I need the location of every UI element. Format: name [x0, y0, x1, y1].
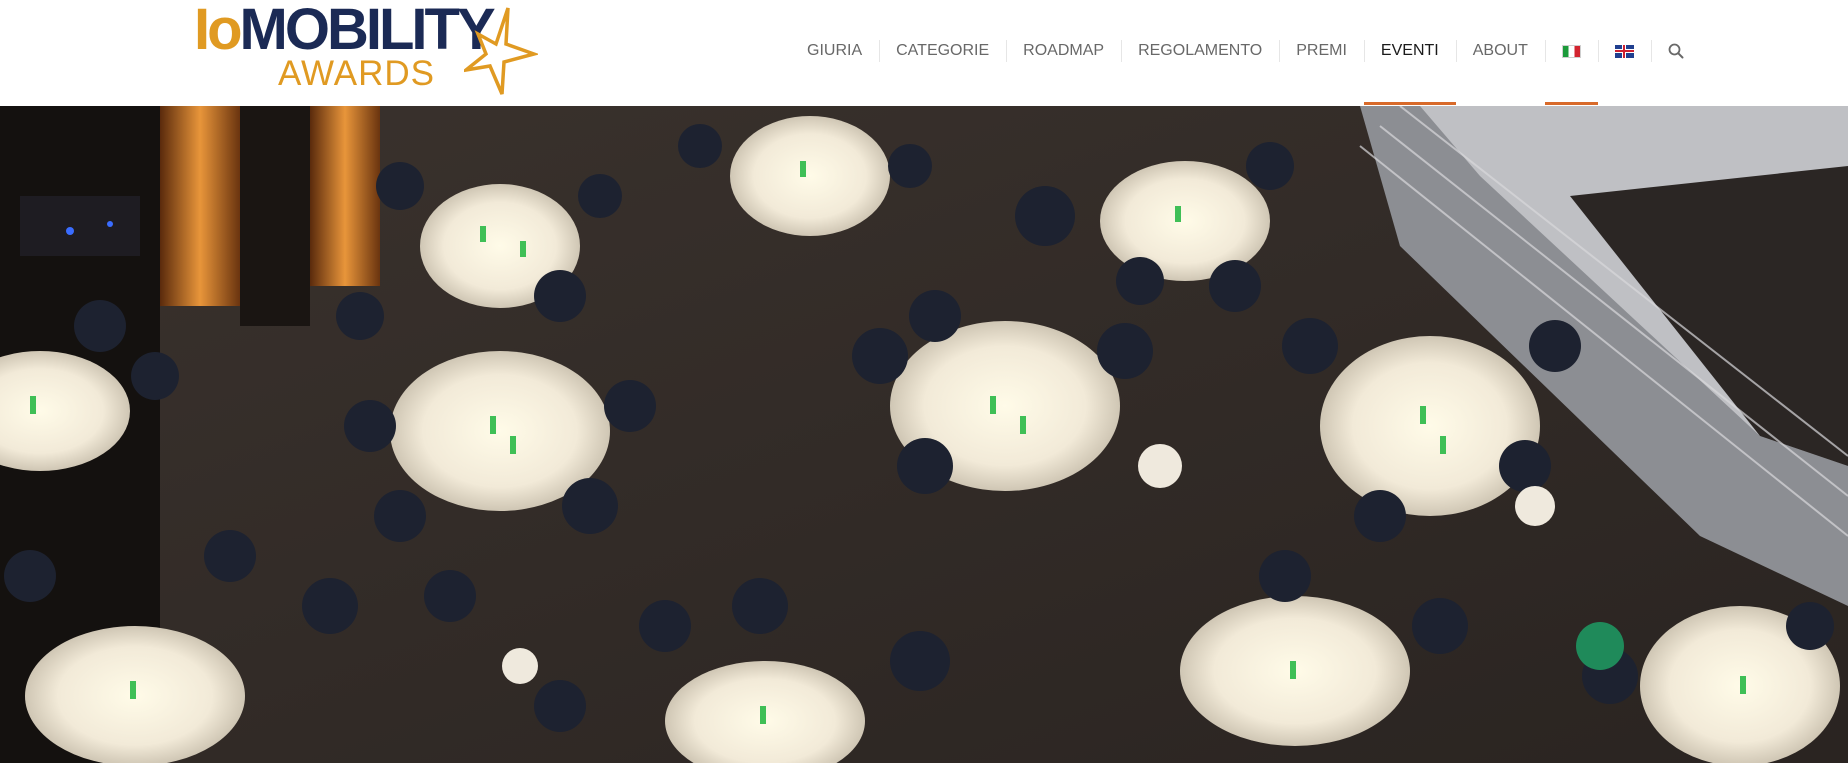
- nav-label: ROADMAP: [1023, 42, 1105, 59]
- nav-item-roadmap[interactable]: ROADMAP: [1006, 0, 1121, 102]
- logo-prefix: Io: [194, 0, 243, 62]
- nav-item-eventi[interactable]: EVENTI: [1363, 0, 1456, 105]
- nav-label: GIURIA: [807, 42, 863, 59]
- gala-dinner-photo: [0, 106, 1848, 763]
- nav-label: ABOUT: [1472, 42, 1528, 59]
- nav-item-about[interactable]: ABOUT: [1455, 0, 1545, 102]
- search-icon: [1668, 43, 1684, 59]
- search-button[interactable]: [1650, 0, 1701, 102]
- language-italian[interactable]: [1544, 0, 1598, 105]
- hero-banner: [0, 106, 1848, 763]
- nav-item-premi[interactable]: PREMI: [1279, 0, 1364, 102]
- logo-main: MOBILITY: [239, 0, 496, 62]
- nav-label: EVENTI: [1380, 42, 1439, 59]
- site-header: IoMOBILITY AWARDS GIURIA CATEGORIE ROADM…: [0, 0, 1848, 106]
- nav-item-giuria[interactable]: GIURIA: [790, 0, 879, 102]
- language-english[interactable]: [1597, 0, 1651, 102]
- iomobility-awards-logo[interactable]: IoMOBILITY AWARDS: [194, 0, 538, 98]
- logo-sub: AWARDS: [278, 54, 436, 93]
- logo-wordmark: IoMOBILITY: [194, 0, 496, 62]
- uk-flag-icon: [1614, 44, 1634, 58]
- italian-flag-icon: [1561, 44, 1581, 58]
- nav-item-regolamento[interactable]: REGOLAMENTO: [1121, 0, 1279, 102]
- main-nav: GIURIA CATEGORIE ROADMAP REGOLAMENTO PRE…: [790, 0, 1701, 105]
- nav-item-categorie[interactable]: CATEGORIE: [879, 0, 1006, 102]
- nav-label: PREMI: [1296, 42, 1347, 59]
- star-icon: [464, 7, 538, 95]
- nav-label: CATEGORIE: [896, 42, 990, 59]
- nav-label: REGOLAMENTO: [1138, 42, 1263, 59]
